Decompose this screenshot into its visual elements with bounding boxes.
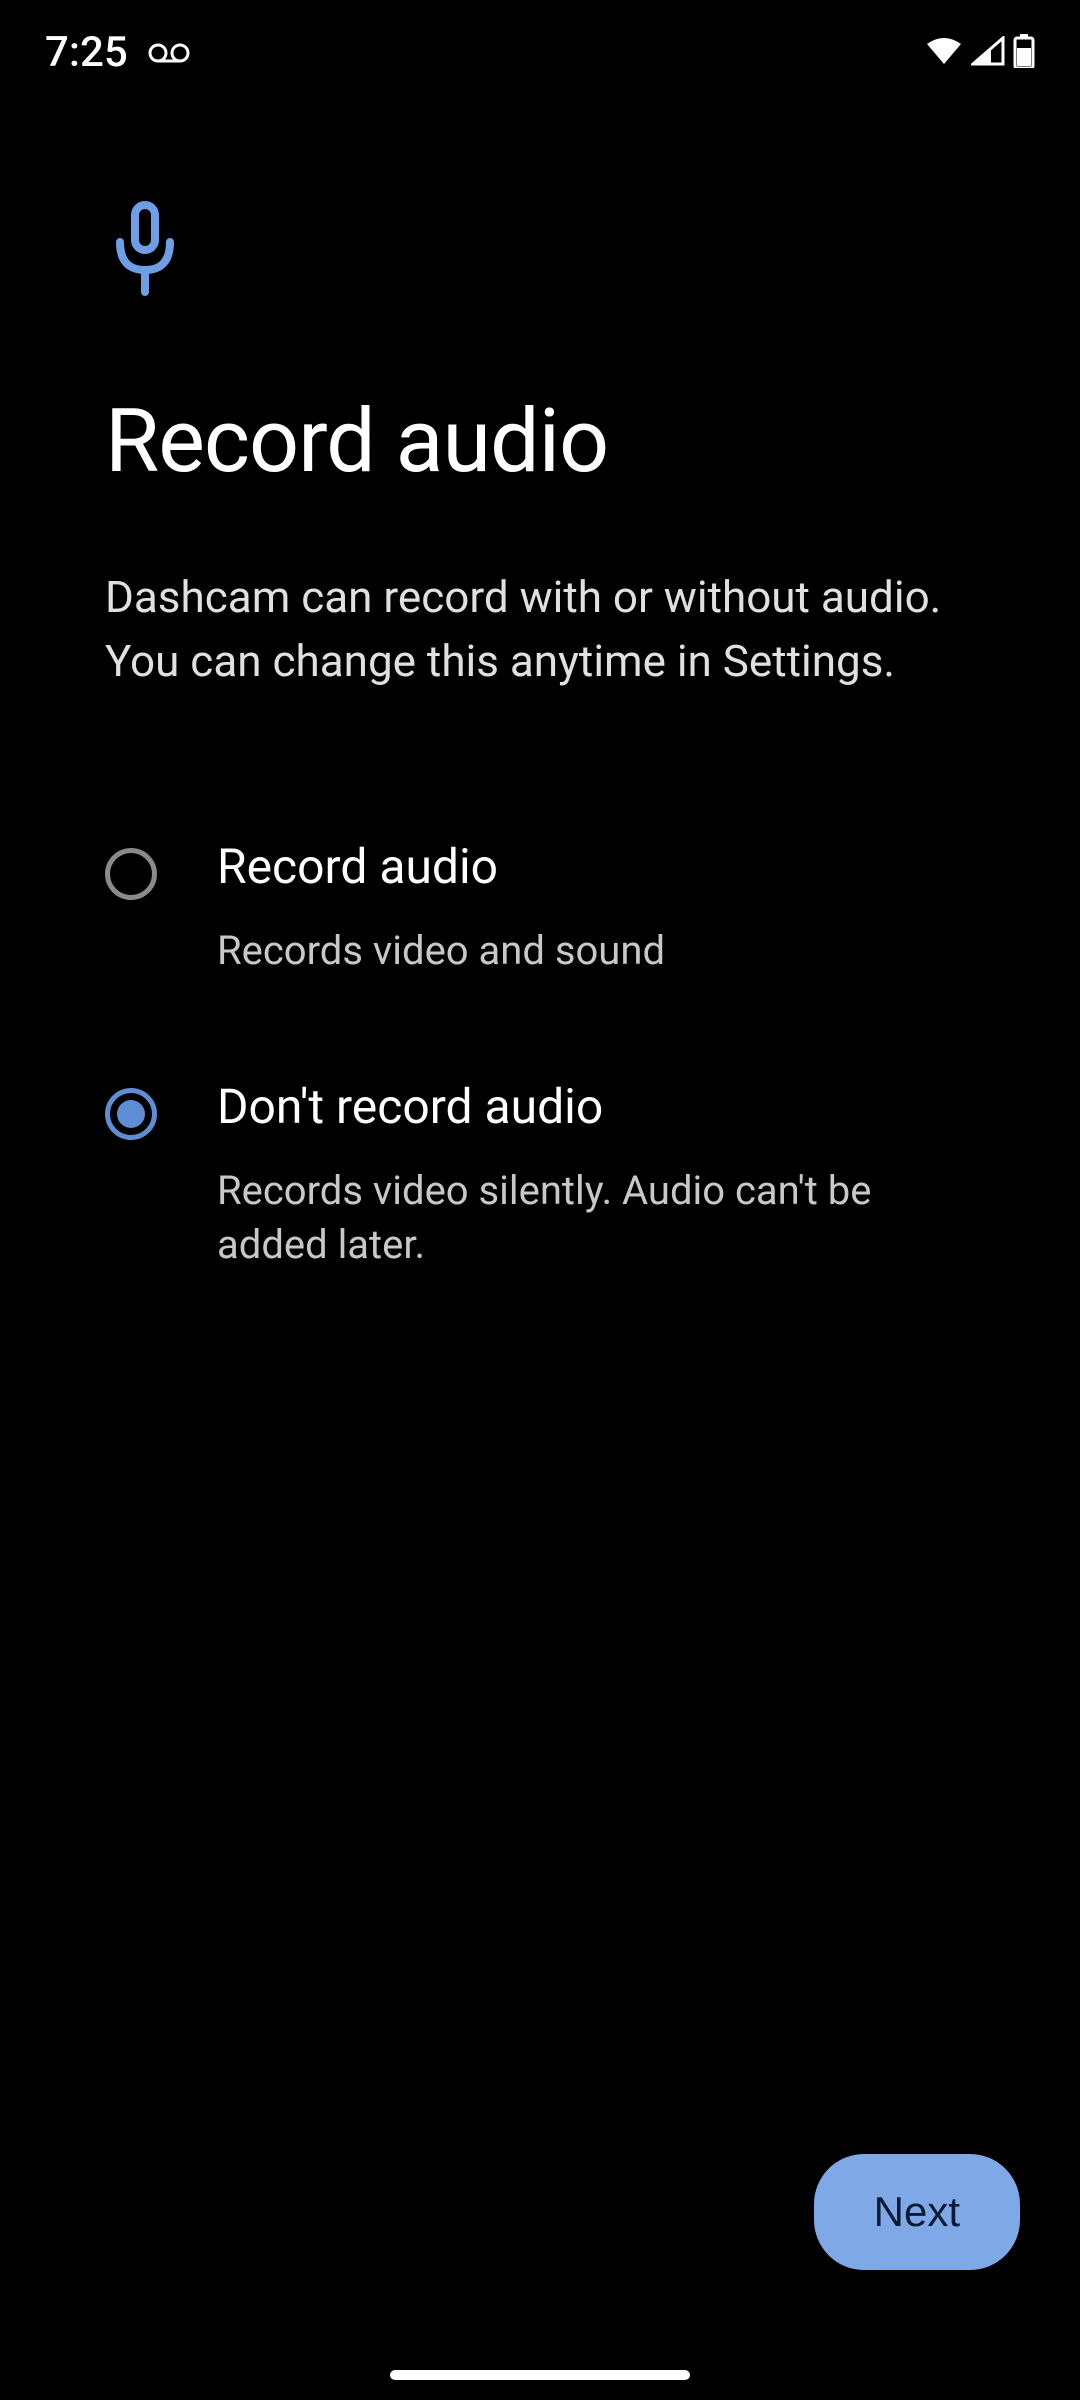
radio-button[interactable] bbox=[105, 848, 157, 900]
status-left: 7:25 bbox=[45, 28, 190, 77]
radio-label: Record audio bbox=[217, 838, 975, 896]
radio-group: Record audio Records video and sound Don… bbox=[105, 838, 975, 1271]
main-content: Record audio Dashcam can record with or … bbox=[0, 90, 1080, 1272]
voicemail-icon bbox=[148, 43, 190, 63]
battery-icon bbox=[1013, 34, 1035, 72]
page-title: Record audio bbox=[105, 394, 975, 491]
page-description: Dashcam can record with or without audio… bbox=[105, 566, 975, 694]
radio-button[interactable] bbox=[105, 1088, 157, 1140]
option-dont-record-audio[interactable]: Don't record audio Records video silentl… bbox=[105, 1078, 975, 1272]
cellular-icon bbox=[971, 36, 1005, 70]
status-bar: 7:25 bbox=[0, 0, 1080, 90]
navigation-bar-handle[interactable] bbox=[390, 2370, 690, 2380]
status-right bbox=[925, 34, 1035, 72]
radio-content: Don't record audio Records video silentl… bbox=[217, 1078, 975, 1272]
status-time: 7:25 bbox=[45, 28, 128, 77]
radio-sublabel: Records video and sound bbox=[217, 924, 975, 978]
footer: Next bbox=[814, 2154, 1020, 2270]
radio-content: Record audio Records video and sound bbox=[217, 838, 975, 978]
wifi-icon bbox=[925, 36, 963, 70]
radio-sublabel: Records video silently. Audio can't be a… bbox=[217, 1164, 975, 1272]
microphone-icon bbox=[105, 200, 975, 304]
next-button[interactable]: Next bbox=[814, 2154, 1020, 2270]
option-record-audio[interactable]: Record audio Records video and sound bbox=[105, 838, 975, 978]
radio-label: Don't record audio bbox=[217, 1078, 975, 1136]
